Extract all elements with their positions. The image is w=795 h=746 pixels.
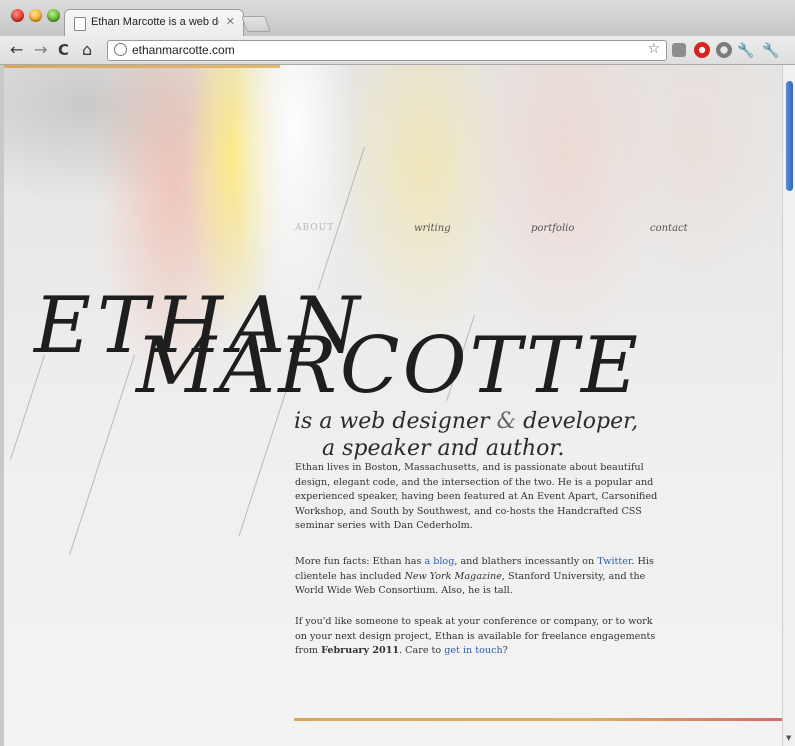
nav-writing[interactable]: writing xyxy=(414,223,451,234)
bio-paragraph-2: More fun facts: Ethan has a blog, and bl… xyxy=(295,555,667,599)
forward-icon[interactable]: → xyxy=(34,40,47,60)
globe-icon xyxy=(114,43,127,56)
tab-ethan-marcotte[interactable]: Ethan Marcotte is a web des ✕ xyxy=(64,9,244,37)
reload-icon[interactable]: C xyxy=(58,40,69,60)
home-icon[interactable]: ⌂ xyxy=(82,40,92,60)
url-text[interactable]: ethanmarcotte.com xyxy=(132,43,235,57)
page-icon xyxy=(74,17,86,31)
wrench-icon[interactable]: 🔧 xyxy=(762,41,779,61)
new-tab-button[interactable] xyxy=(241,16,271,32)
scrollbar-thumb[interactable] xyxy=(786,81,793,191)
hero-last-name: MARCOTTE xyxy=(136,321,641,411)
text: . Care to xyxy=(399,645,445,656)
wrench-icon-1[interactable]: 🔧 xyxy=(737,41,754,61)
page-viewport: ABOUT writing portfolio contact ETHAN MA… xyxy=(4,65,782,746)
vertical-scrollbar[interactable]: ▼ xyxy=(782,65,795,746)
get-in-touch-link[interactable]: get in touch xyxy=(444,645,502,656)
text: ? xyxy=(502,645,508,656)
bookmark-star-icon[interactable]: ☆ xyxy=(647,41,660,57)
nav-portfolio[interactable]: portfolio xyxy=(531,223,574,234)
tagline-line1-end: developer, xyxy=(516,409,639,434)
zoom-window-button[interactable] xyxy=(47,9,60,22)
close-window-button[interactable] xyxy=(11,9,24,22)
nav-about[interactable]: ABOUT xyxy=(295,223,334,233)
bio-paragraph-1: Ethan lives in Boston, Massachusetts, an… xyxy=(295,462,658,531)
text: More fun facts: Ethan has xyxy=(295,556,425,567)
bio-paragraph-3: If you'd like someone to speak at your c… xyxy=(295,615,667,659)
footer-rule xyxy=(294,718,782,721)
tab-title: Ethan Marcotte is a web des xyxy=(91,16,219,28)
extension-stop-icon[interactable] xyxy=(694,42,710,58)
tagline-ampersand: & xyxy=(496,409,517,434)
tab-strip: Ethan Marcotte is a web des ✕ xyxy=(0,0,795,37)
text: , and blathers incessantly on xyxy=(454,556,598,567)
decorative-line xyxy=(69,355,135,556)
nav-contact[interactable]: contact xyxy=(650,223,688,234)
tab-close-icon[interactable]: ✕ xyxy=(226,15,235,28)
tagline-line1-start: is a web designer xyxy=(294,409,497,434)
tagline: is a web designer & developer, a speaker… xyxy=(294,408,694,462)
loading-accent-bar xyxy=(4,65,280,68)
tagline-line2: a speaker and author. xyxy=(322,436,565,461)
twitter-link[interactable]: Twitter xyxy=(597,556,631,567)
back-icon[interactable]: ← xyxy=(10,40,23,60)
address-bar[interactable]: ethanmarcotte.com ☆ xyxy=(107,40,667,61)
minimize-window-button[interactable] xyxy=(29,9,42,22)
blog-link[interactable]: a blog xyxy=(424,556,454,567)
decorative-line xyxy=(317,147,365,290)
client-name: New York Magazine xyxy=(404,570,502,582)
toolbar: ← → C ⌂ ethanmarcotte.com ☆ 🔧 🔧 xyxy=(0,36,795,65)
browser-window: Ethan Marcotte is a web des ✕ ← → C ⌂ et… xyxy=(0,0,795,746)
extension-gray-icon[interactable] xyxy=(716,42,732,58)
extension-puzzle-icon[interactable] xyxy=(672,43,686,57)
scroll-down-arrow-icon[interactable]: ▼ xyxy=(786,734,791,742)
availability-date: February 2011 xyxy=(321,645,400,656)
